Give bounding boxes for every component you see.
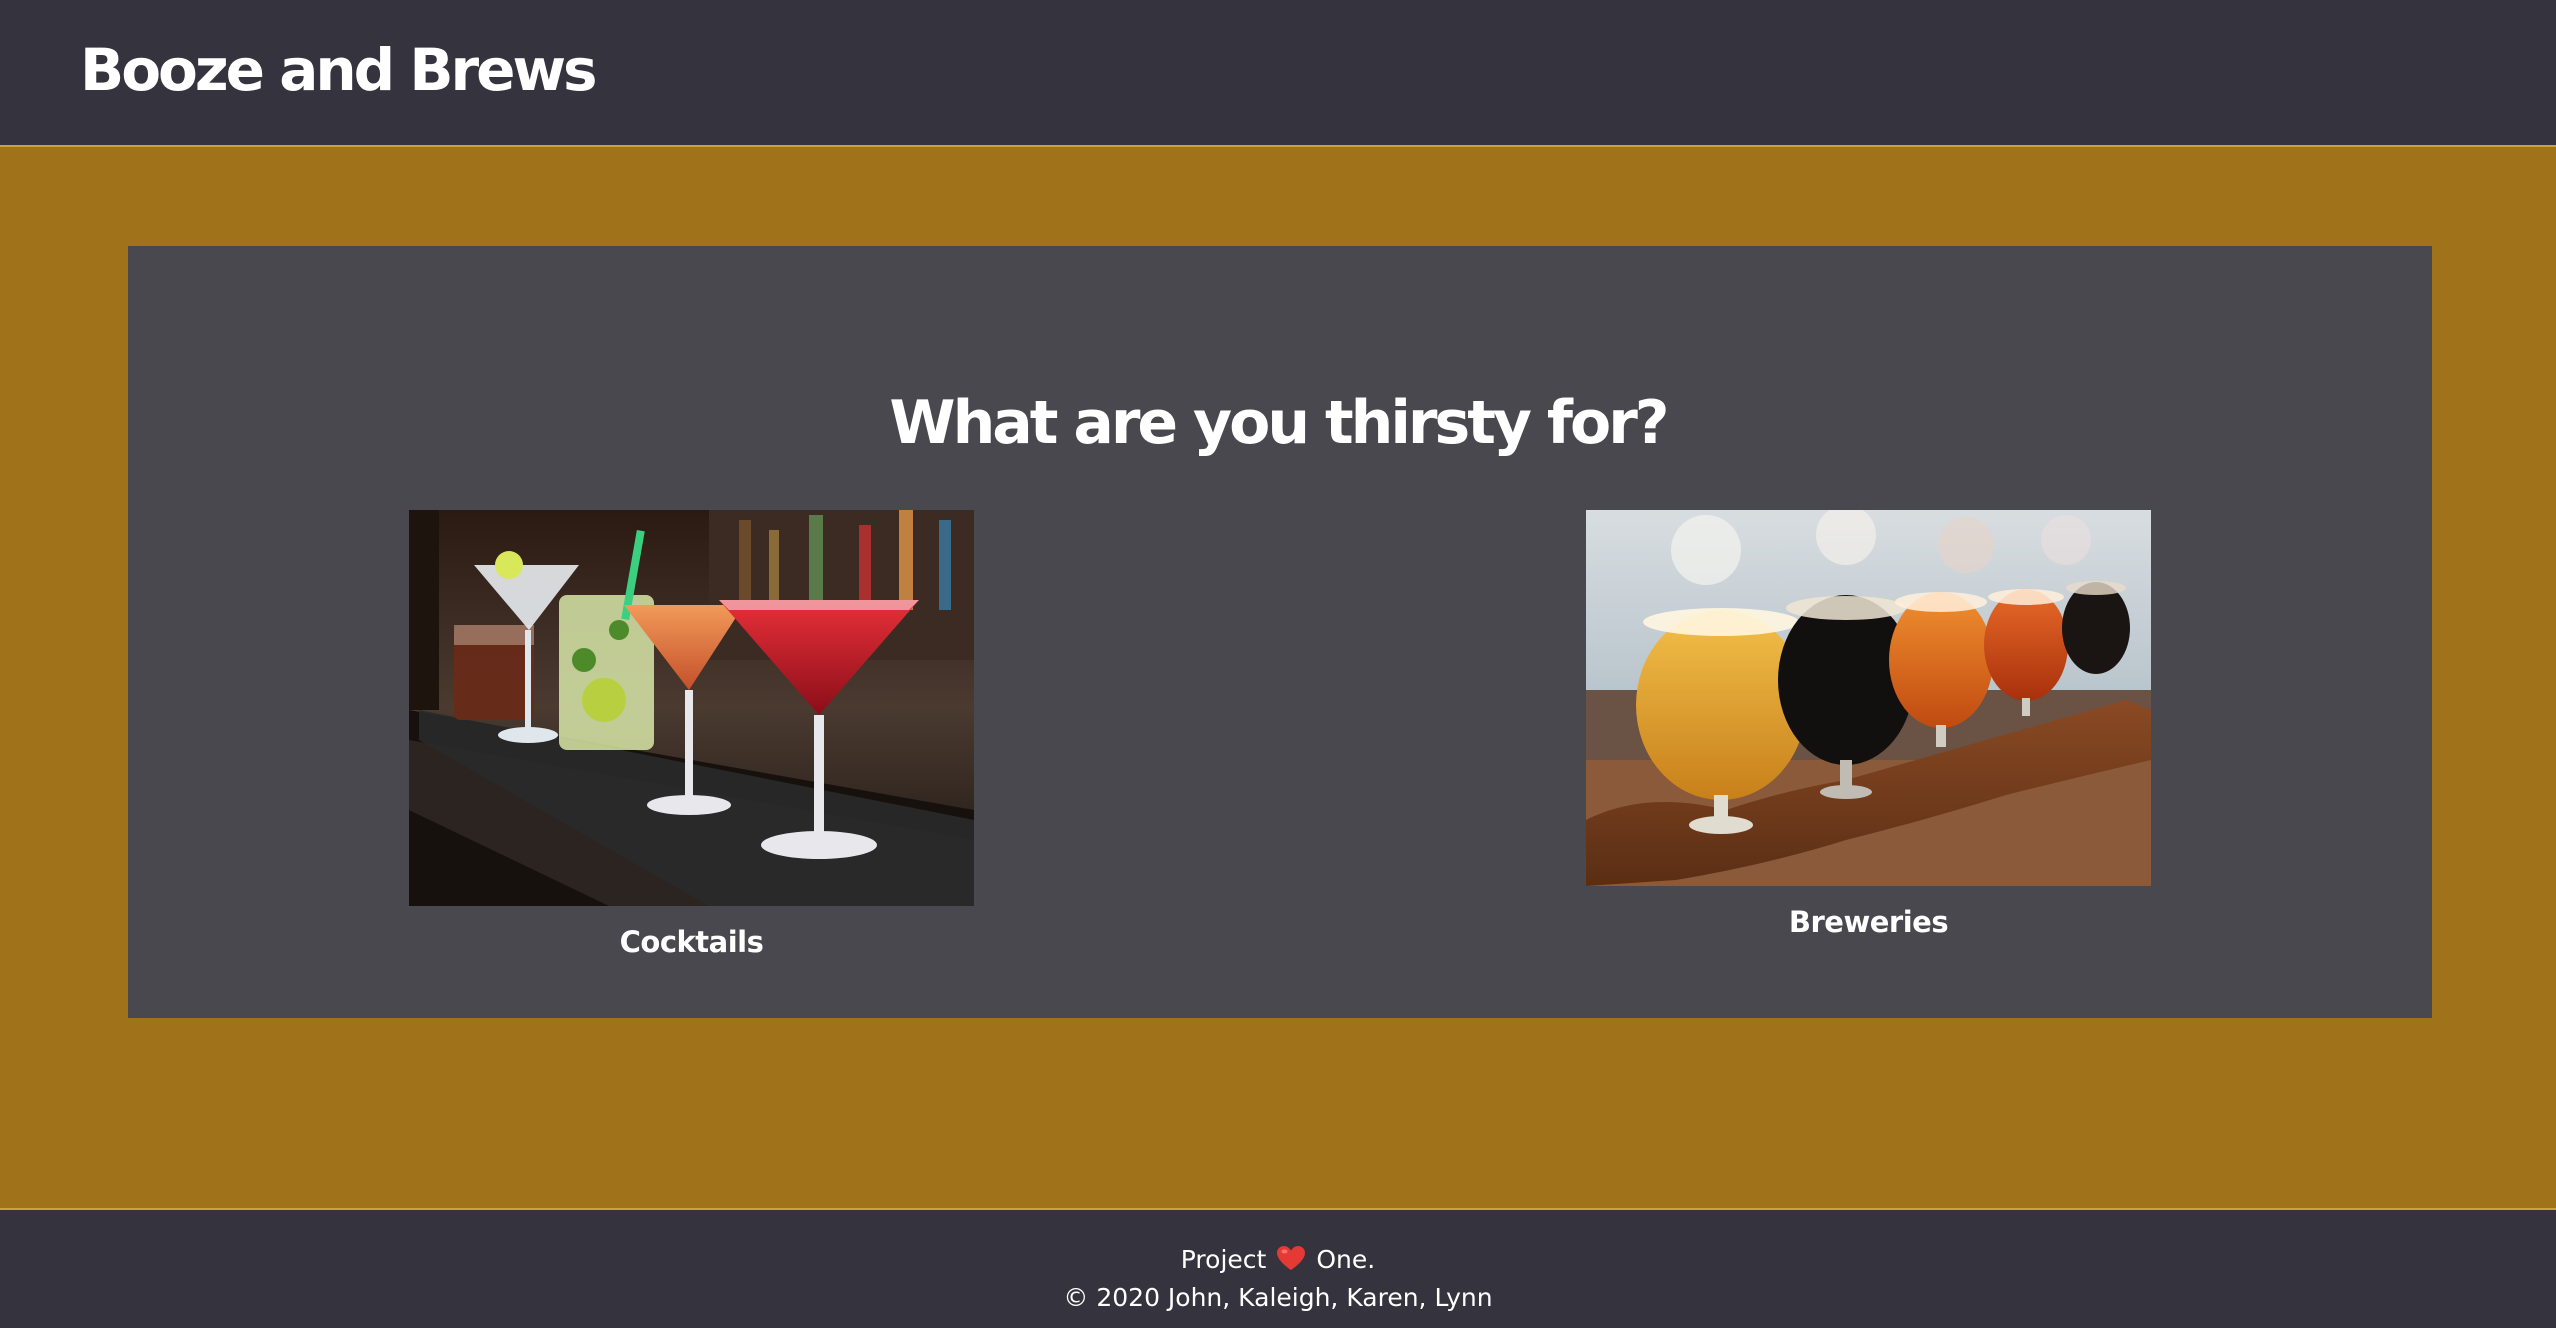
page: Booze and Brews What are you thirsty for… (0, 0, 2556, 1328)
breweries-image[interactable] (1586, 510, 2151, 886)
site-header: Booze and Brews (0, 0, 2556, 147)
cocktails-image[interactable] (409, 510, 974, 906)
site-footer: Project One. © 2020 John, Kaleigh, Karen,… (0, 1208, 2556, 1328)
site-title[interactable]: Booze and Brews (80, 30, 598, 110)
cocktails-label[interactable]: Cocktails (409, 925, 974, 959)
heart-icon (1276, 1245, 1306, 1271)
cocktail-glasses-photo (409, 510, 974, 906)
breweries-option[interactable]: Breweries (1586, 510, 2151, 950)
cocktails-option[interactable]: Cocktails (409, 510, 974, 970)
copyright-text: © 2020 John, Kaleigh, Karen, Lynn (1063, 1283, 1493, 1312)
breweries-label[interactable]: Breweries (1586, 905, 2151, 939)
project-suffix: One. (1316, 1245, 1376, 1274)
project-prefix: Project (1180, 1245, 1267, 1274)
project-credit: Project One. (0, 1242, 2556, 1278)
page-heading: What are you thirsty for? (889, 388, 1669, 458)
beer-flight-photo (1586, 510, 2151, 886)
